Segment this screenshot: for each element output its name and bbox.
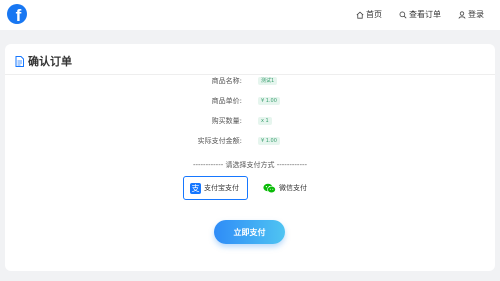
user-icon	[458, 10, 466, 19]
order-row-unit-price: 商品单价: ¥ 1.00	[5, 95, 495, 107]
nav-home-link[interactable]: 首页	[356, 9, 382, 20]
top-navbar: f 首页 查看订单 登录	[0, 0, 500, 30]
nav-home-label: 首页	[366, 10, 382, 19]
alipay-icon: 支	[190, 182, 201, 194]
search-icon	[399, 11, 407, 18]
row-value: 测试1	[258, 77, 278, 85]
nav-login-link[interactable]: 登录	[458, 9, 484, 20]
row-label: 购买数量:	[211, 117, 242, 125]
confirm-order-card: 确认订单 商品名称: 测试1 商品单价: ¥ 1.00 购买数量: x 1 实际…	[5, 44, 495, 271]
payment-method-heading: ------------ 请选择支付方式 ------------	[192, 161, 308, 169]
nav-query-label: 查看订单	[409, 10, 441, 19]
row-value: ¥ 1.00	[258, 97, 280, 105]
logo-letter: f	[15, 6, 22, 24]
wechat-icon	[263, 183, 276, 193]
row-label: 实际支付金额:	[197, 137, 242, 145]
wechat-pay-label: 微信支付	[279, 184, 307, 192]
facebook-logo[interactable]: f	[7, 4, 27, 24]
alipay-option[interactable]: 支 支付宝支付	[183, 176, 248, 200]
order-row-total: 实际支付金额: ¥ 1.00	[5, 135, 495, 147]
document-icon	[15, 55, 24, 67]
page-title: 确认订单	[28, 55, 72, 68]
nav-query-orders-link[interactable]: 查看订单	[399, 9, 441, 20]
row-value: ¥ 1.00	[258, 137, 280, 145]
pay-now-button[interactable]: 立即支付	[214, 220, 285, 244]
wechat-pay-option[interactable]: 微信支付	[261, 176, 321, 200]
row-value: x 1	[258, 117, 272, 125]
order-row-quantity: 购买数量: x 1	[5, 115, 495, 127]
alipay-label: 支付宝支付	[204, 184, 239, 192]
order-row-product-name: 商品名称: 测试1	[5, 75, 495, 87]
row-label: 商品名称:	[211, 77, 242, 85]
nav-login-label: 登录	[468, 10, 484, 19]
home-icon	[356, 11, 364, 19]
row-label: 商品单价:	[211, 97, 242, 105]
card-header: 确认订单	[15, 53, 72, 69]
